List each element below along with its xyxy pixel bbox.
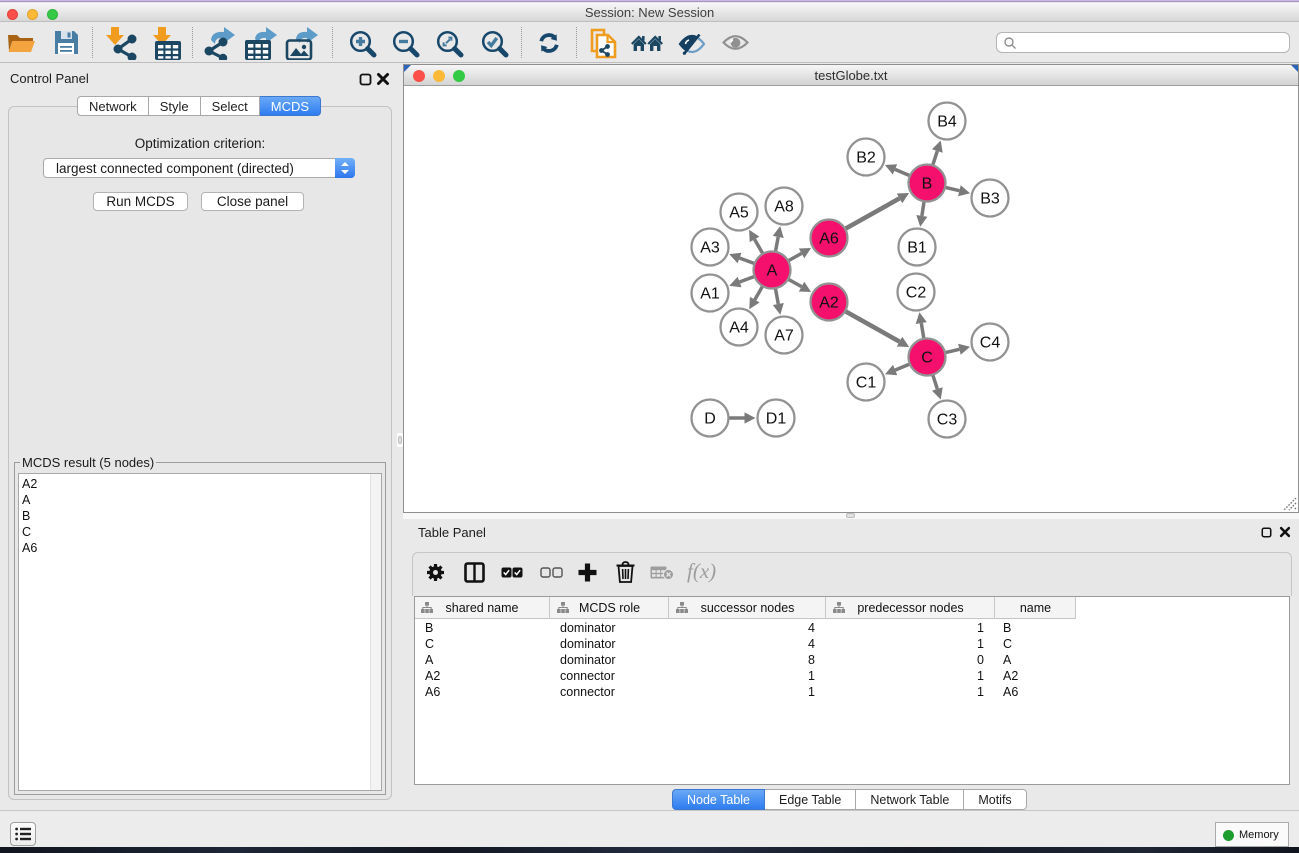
svg-text:B1: B1 — [907, 240, 927, 257]
svg-text:B3: B3 — [980, 191, 1000, 208]
svg-text:A: A — [767, 263, 778, 280]
svg-text:D1: D1 — [766, 411, 787, 428]
svg-text:A2: A2 — [819, 295, 839, 312]
svg-text:A3: A3 — [700, 240, 720, 257]
svg-text:A1: A1 — [700, 286, 720, 303]
svg-text:D: D — [704, 411, 716, 428]
svg-text:A4: A4 — [729, 320, 749, 337]
svg-text:A7: A7 — [774, 328, 794, 345]
svg-text:A6: A6 — [819, 231, 839, 248]
svg-text:C: C — [921, 350, 933, 367]
svg-text:B: B — [922, 176, 933, 193]
svg-text:C3: C3 — [937, 412, 958, 429]
svg-text:B2: B2 — [856, 150, 876, 167]
svg-text:C1: C1 — [856, 375, 877, 392]
svg-text:B4: B4 — [937, 114, 957, 131]
svg-text:C2: C2 — [906, 285, 927, 302]
svg-text:C4: C4 — [980, 335, 1001, 352]
svg-text:A8: A8 — [774, 199, 794, 216]
svg-text:A5: A5 — [729, 205, 749, 222]
